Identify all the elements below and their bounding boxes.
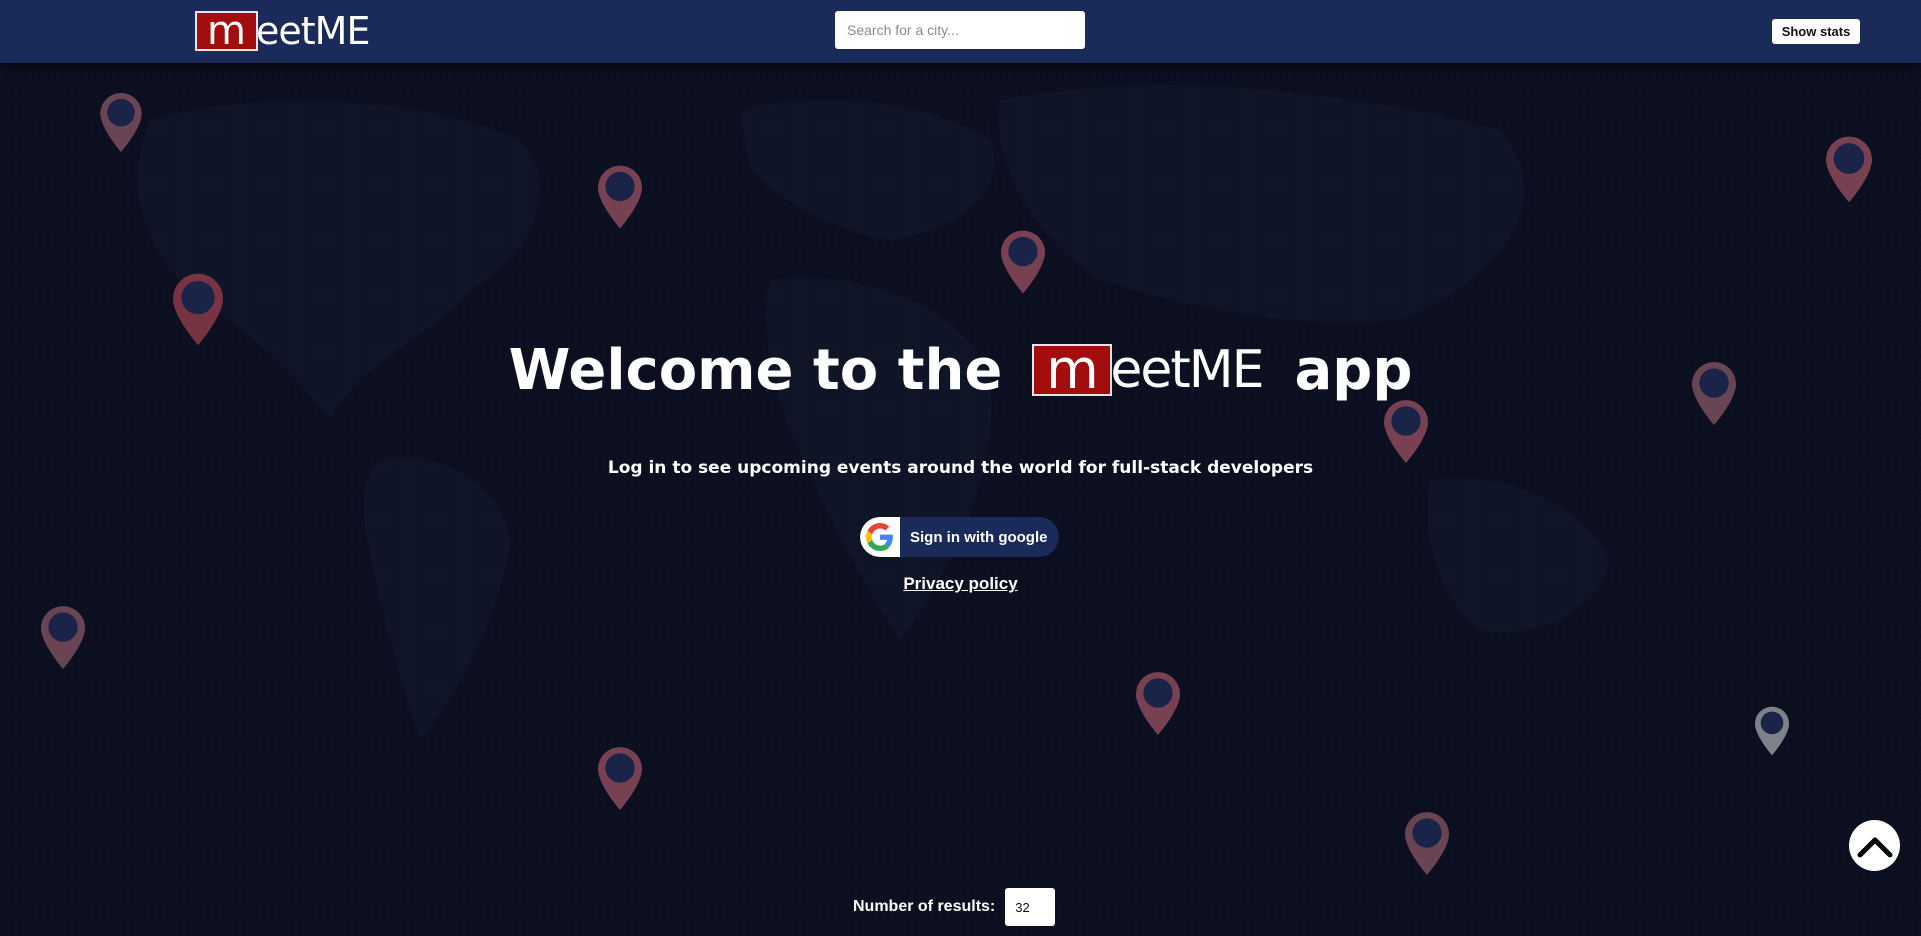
map-pin-icon bbox=[1001, 230, 1045, 294]
results-count-label: Number of results: bbox=[853, 898, 996, 915]
google-g-icon bbox=[866, 523, 893, 551]
map-pin-icon bbox=[41, 606, 85, 669]
privacy-policy-link[interactable]: Privacy policy bbox=[903, 574, 1017, 593]
logo-m-box: m bbox=[1032, 343, 1113, 397]
city-search-input[interactable] bbox=[835, 11, 1085, 49]
google-icon-wrapper bbox=[860, 517, 900, 557]
logo-text: eetME bbox=[256, 9, 370, 53]
scroll-to-top-button[interactable] bbox=[1849, 820, 1900, 871]
map-pin-icon bbox=[1826, 136, 1872, 203]
map-pin-icon bbox=[1755, 706, 1789, 756]
meetme-logo-large: m eetME bbox=[1032, 340, 1264, 400]
google-sign-in-label: Sign in with google bbox=[910, 528, 1048, 546]
meetme-logo[interactable]: m eetME bbox=[195, 9, 370, 53]
show-stats-button[interactable]: Show stats bbox=[1772, 19, 1860, 44]
top-navbar: m eetME Show stats bbox=[0, 0, 1921, 63]
map-pin-icon bbox=[598, 165, 642, 229]
logo-m-box: m bbox=[195, 11, 258, 51]
map-pin-icon bbox=[1405, 812, 1449, 875]
welcome-text-before: Welcome to the bbox=[508, 337, 1003, 403]
google-sign-in-button[interactable]: Sign in with google bbox=[860, 517, 1059, 557]
results-count-control: Number of results: bbox=[853, 888, 1056, 926]
welcome-heading: Welcome to the m eetME app bbox=[0, 330, 1921, 410]
map-pin-icon bbox=[598, 747, 642, 810]
privacy-policy-container: Privacy policy bbox=[0, 574, 1921, 594]
login-subtitle: Log in to see upcoming events around the… bbox=[607, 458, 1314, 478]
welcome-text-after: app bbox=[1294, 337, 1413, 403]
chevron-up-icon bbox=[1857, 837, 1892, 857]
map-pin-icon bbox=[100, 93, 142, 152]
map-pin-icon bbox=[1136, 672, 1180, 735]
logo-text: eetME bbox=[1110, 340, 1264, 400]
results-count-input[interactable] bbox=[1005, 888, 1056, 926]
